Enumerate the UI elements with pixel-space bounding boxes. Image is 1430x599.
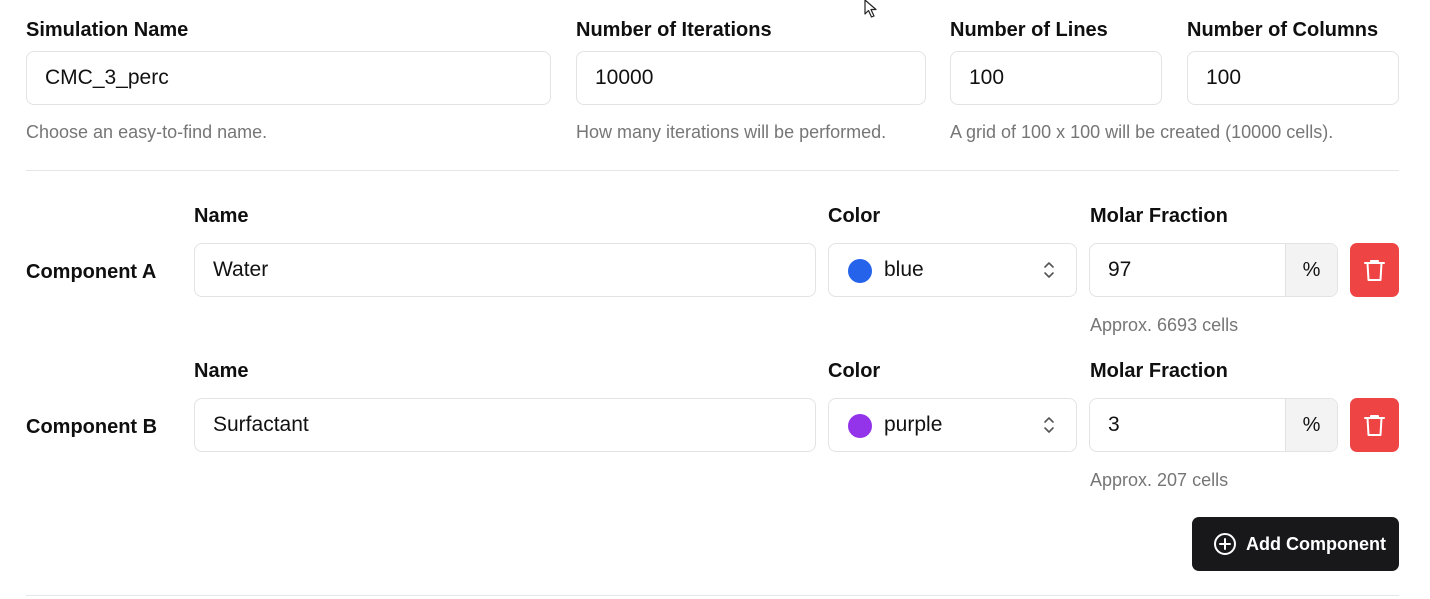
- mouse-cursor-icon: [864, 0, 877, 18]
- plus-circle-icon: [1214, 533, 1236, 555]
- lines-input[interactable]: 100: [950, 51, 1162, 105]
- simulation-name-input[interactable]: CMC_3_perc: [26, 51, 551, 105]
- molar-fraction-value: 3: [1108, 413, 1120, 436]
- molar-fraction-input[interactable]: 97 %: [1089, 243, 1338, 297]
- simulation-name-hint: Choose an easy-to-find name.: [26, 122, 268, 142]
- component-name-label: Name: [194, 205, 249, 227]
- trash-icon: [1364, 260, 1385, 281]
- add-component-label: Add Component: [1246, 534, 1386, 554]
- color-select-value: purple: [884, 413, 943, 436]
- delete-component-button[interactable]: [1350, 243, 1399, 297]
- color-swatch: [848, 259, 872, 283]
- chevron-up-down-icon: [1044, 417, 1054, 433]
- percent-unit: %: [1285, 399, 1337, 451]
- color-select-value: blue: [884, 258, 924, 281]
- bottom-divider: [26, 595, 1399, 596]
- component-color-label: Color: [828, 205, 881, 227]
- component-title: Component A: [26, 261, 157, 283]
- color-swatch: [848, 414, 872, 438]
- component-name-input[interactable]: Surfactant: [194, 398, 816, 452]
- section-divider: [26, 170, 1399, 171]
- simulation-name-label: Simulation Name: [26, 19, 189, 41]
- lines-label: Number of Lines: [950, 19, 1108, 41]
- molar-fraction-input[interactable]: 3 %: [1089, 398, 1338, 452]
- molar-fraction-value: 97: [1108, 258, 1132, 281]
- component-color-select[interactable]: purple: [828, 398, 1077, 452]
- iterations-input[interactable]: 10000: [576, 51, 926, 105]
- add-component-button[interactable]: Add Component: [1192, 517, 1399, 571]
- trash-icon: [1364, 415, 1385, 436]
- cells-estimate: Approx. 207 cells: [1090, 470, 1229, 490]
- columns-input[interactable]: 100: [1187, 51, 1399, 105]
- molar-fraction-label: Molar Fraction: [1090, 360, 1228, 382]
- delete-component-button[interactable]: [1350, 398, 1399, 452]
- chevron-up-down-icon: [1044, 262, 1054, 278]
- columns-label: Number of Columns: [1187, 19, 1379, 41]
- component-name-input[interactable]: Water: [194, 243, 816, 297]
- percent-unit: %: [1285, 244, 1337, 296]
- iterations-label: Number of Iterations: [576, 19, 772, 41]
- molar-fraction-label: Molar Fraction: [1090, 205, 1228, 227]
- component-title: Component B: [26, 416, 158, 438]
- iterations-hint: How many iterations will be performed.: [576, 122, 887, 142]
- component-color-select[interactable]: blue: [828, 243, 1077, 297]
- component-color-label: Color: [828, 360, 881, 382]
- grid-size-hint: A grid of 100 x 100 will be created (100…: [950, 122, 1334, 142]
- component-name-label: Name: [194, 360, 249, 382]
- cells-estimate: Approx. 6693 cells: [1090, 315, 1239, 335]
